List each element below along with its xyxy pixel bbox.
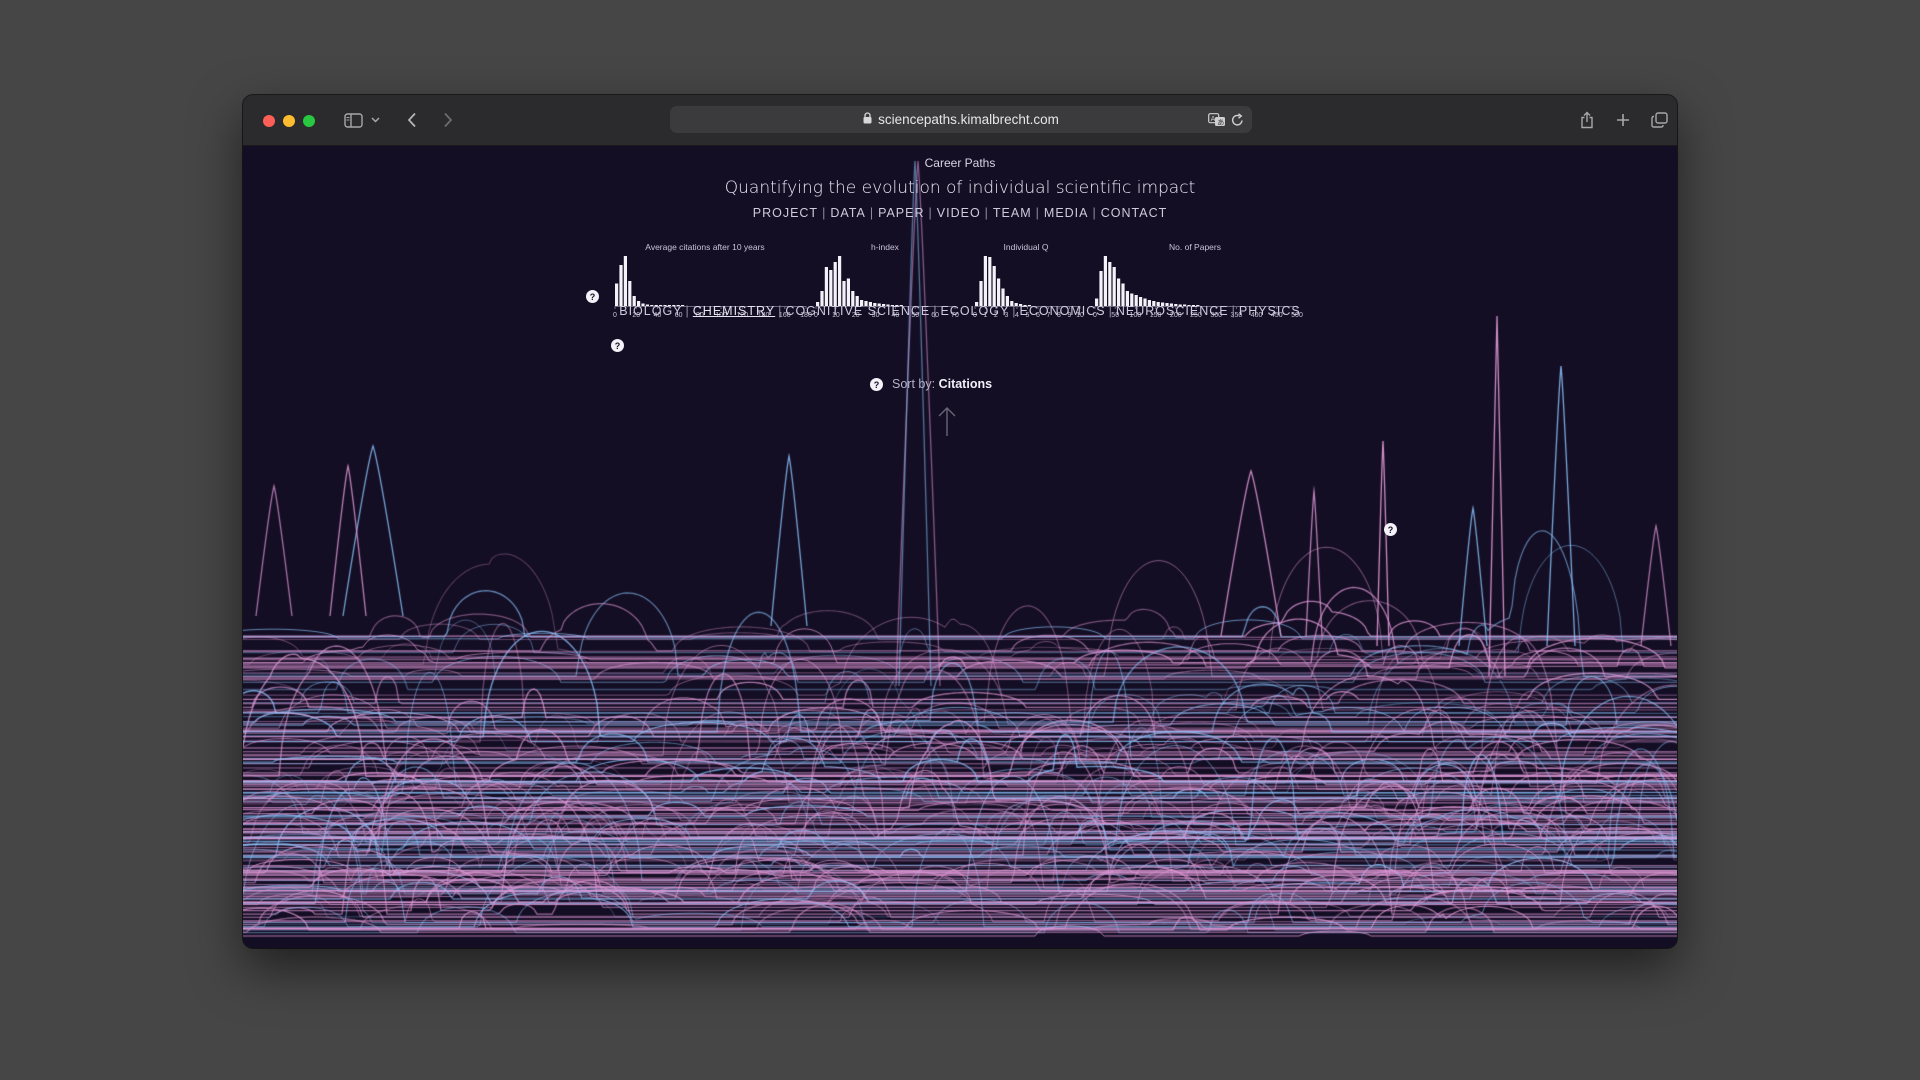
histogram-bar: [842, 281, 846, 306]
histogram-bar: [615, 283, 619, 306]
histogram-bar: [619, 265, 623, 306]
scroll-up-arrow-icon[interactable]: [937, 406, 957, 438]
field-biology[interactable]: BIOLOGY: [619, 304, 682, 318]
histogram-bar: [979, 281, 983, 306]
sort-help-icon[interactable]: ?: [870, 378, 883, 391]
address-bar[interactable]: sciencepaths.kimalbrecht.com: [670, 106, 1252, 133]
forward-icon[interactable]: [436, 95, 460, 145]
field-chemistry[interactable]: CHEMISTRY: [693, 304, 775, 318]
reload-icon[interactable]: [1228, 95, 1246, 145]
histograms[interactable]: 0 20 40 60 80 100 120 140 160 180 0 10 20 30 40 50 60 70 0…: [243, 146, 1677, 326]
histogram-bar: [992, 266, 996, 306]
histogram-bar: [833, 262, 837, 306]
field-selector: BIOLOGY | CHEMISTRY | COGNITIVE SCIENCE | ECOL…: [619, 304, 1301, 318]
web-content: Career Paths Quantifying the evolution o…: [243, 146, 1677, 948]
tab-overview-icon[interactable]: [1647, 95, 1671, 145]
lock-icon: [863, 112, 872, 127]
histogram-bar: [824, 267, 828, 306]
histogram-bar: [1117, 278, 1121, 306]
minimize-window-button[interactable]: [283, 115, 295, 127]
field-ecology[interactable]: ECOLOGY: [940, 304, 1009, 318]
histogram-bar: [1121, 283, 1125, 306]
close-window-button[interactable]: [263, 115, 275, 127]
field-economics[interactable]: ECONOMICS: [1020, 304, 1106, 318]
translate-icon[interactable]: Aあ: [1206, 95, 1228, 145]
zoom-window-button[interactable]: [303, 115, 315, 127]
back-icon[interactable]: [400, 95, 424, 145]
histogram-bar: [988, 257, 992, 306]
field-physics[interactable]: PHYSICS: [1239, 304, 1301, 318]
browser-toolbar: sciencepaths.kimalbrecht.com Aあ: [243, 95, 1677, 146]
sort-control[interactable]: Sort by: Citations: [892, 377, 992, 391]
chevron-down-icon[interactable]: [367, 95, 383, 145]
histogram-bar: [628, 281, 632, 306]
histogram-bar: [997, 278, 1001, 306]
sort-label: Sort by:: [892, 377, 936, 391]
histogram-bar: [1099, 271, 1103, 306]
new-tab-icon[interactable]: [1611, 95, 1635, 145]
histogram-bar: [1112, 267, 1116, 306]
histogram-bar: [838, 256, 842, 306]
field-neuroscience[interactable]: NEUROSCIENCE: [1116, 304, 1229, 318]
sort-value[interactable]: Citations: [939, 377, 992, 391]
svg-text:あ: あ: [1217, 119, 1224, 127]
fields-help-icon[interactable]: ?: [611, 339, 624, 352]
field-cognitive-science[interactable]: COGNITIVE SCIENCE: [785, 304, 930, 318]
histogram-bar: [1103, 256, 1107, 306]
sidebar-icon[interactable]: [339, 95, 367, 145]
histogram-bar: [846, 278, 850, 306]
browser-window: sciencepaths.kimalbrecht.com Aあ Career P…: [243, 95, 1677, 948]
histogram-bar: [623, 256, 627, 306]
peak-help-icon[interactable]: ?: [1384, 523, 1397, 536]
histogram-bar: [829, 270, 833, 306]
histogram-bar: [1108, 262, 1112, 306]
url-text: sciencepaths.kimalbrecht.com: [878, 112, 1059, 127]
svg-text:A: A: [1211, 115, 1216, 123]
share-icon[interactable]: [1575, 95, 1599, 145]
histogram-bar: [983, 256, 987, 306]
